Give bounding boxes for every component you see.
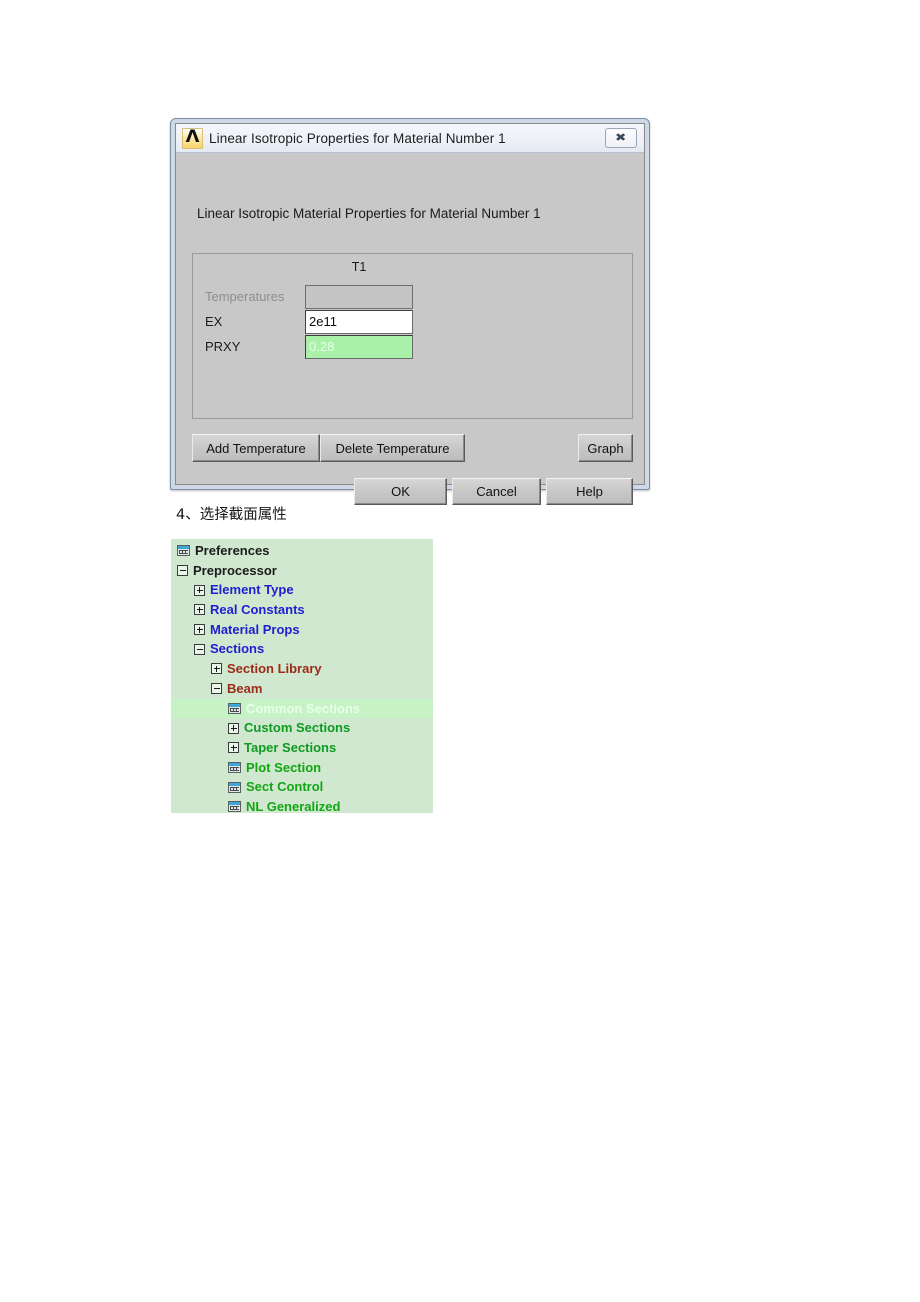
close-glyph: ✖ — [615, 131, 627, 144]
cancel-button[interactable]: Cancel — [452, 478, 541, 505]
collapse-minus-icon[interactable] — [177, 565, 188, 577]
dialog-body: Linear Isotropic Material Properties for… — [176, 153, 644, 505]
help-button[interactable]: Help — [546, 478, 633, 505]
expand-plus-icon[interactable] — [211, 663, 222, 675]
tree-item-label: Preferences — [195, 543, 270, 558]
properties-panel: T1 Temperatures EX 2e11 PRXY 0.28 — [192, 253, 633, 419]
tree-item-label: Section Library — [227, 661, 322, 677]
expand-plus-icon[interactable] — [228, 722, 239, 734]
tree-item-common-sections[interactable]: Common Sections — [171, 698, 433, 719]
row-label-temperatures: Temperatures — [205, 289, 285, 304]
tree-item-label: Beam — [227, 680, 263, 696]
tree-item-custom-sections[interactable]: Custom Sections — [171, 718, 433, 738]
tree-leaf-icon — [228, 801, 241, 813]
tree-item-label: Custom Sections — [244, 720, 351, 736]
tree-leaf-icon — [228, 761, 241, 773]
tree-item-beam[interactable]: Beam — [171, 679, 433, 699]
ansys-logo-glyph: Λ — [185, 126, 200, 147]
tree-item-label: Plot Section — [246, 759, 322, 775]
tree-item-plot-section[interactable]: Plot Section — [171, 758, 433, 778]
collapse-minus-icon[interactable] — [211, 683, 222, 695]
row-label-ex: EX — [205, 314, 223, 329]
close-icon[interactable]: ✖ — [605, 128, 637, 148]
tree-item-label: Material Props — [210, 621, 300, 637]
prxy-input[interactable]: 0.28 — [305, 334, 413, 359]
tree-item-taper-sections[interactable]: Taper Sections — [171, 738, 433, 758]
tree-item-real-constants[interactable]: Real Constants — [171, 600, 433, 620]
ansys-main-menu-tree[interactable]: Preferences Preprocessor Element Type Real … — [171, 539, 433, 813]
ok-button[interactable]: OK — [354, 478, 447, 505]
tree-item-section-library[interactable]: Section Library — [171, 659, 433, 679]
dialog-title: Linear Isotropic Properties for Material… — [209, 130, 506, 146]
tree-item-material-props[interactable]: Material Props — [171, 620, 433, 640]
ex-input[interactable]: 2e11 — [305, 309, 413, 334]
collapse-minus-icon[interactable] — [194, 643, 205, 655]
tree-leaf-icon — [177, 545, 190, 557]
tree-item-label: Common Sections — [246, 700, 361, 716]
section-caption: 4、选择截面属性 — [176, 507, 287, 523]
graph-button[interactable]: Graph — [578, 434, 633, 462]
delete-temperature-button[interactable]: Delete Temperature — [320, 434, 465, 462]
tree-item-element-type[interactable]: Element Type — [171, 580, 433, 600]
row-label-prxy: PRXY — [205, 339, 241, 354]
expand-plus-icon[interactable] — [194, 624, 205, 636]
expand-plus-icon[interactable] — [194, 584, 205, 596]
tree-item-label: NL Generalized — [246, 798, 341, 813]
tree-leaf-icon — [228, 702, 241, 714]
tree-item-label: Real Constants — [210, 602, 305, 618]
ansys-logo-icon: Λ — [182, 126, 203, 149]
tree-item-label: Sect Control — [246, 779, 324, 795]
add-temperature-button[interactable]: Add Temperature — [192, 434, 320, 462]
tree-item-sections[interactable]: Sections — [171, 639, 433, 659]
tree-item-label: Preprocessor — [193, 562, 277, 578]
tree-item-sect-control[interactable]: Sect Control — [171, 777, 433, 797]
dialog-prompt-text: Linear Isotropic Material Properties for… — [197, 206, 541, 221]
column-header-t1: T1 — [351, 260, 367, 274]
dialog-inner-frame: Λ Linear Isotropic Properties for Materi… — [175, 123, 645, 505]
tree-item-label: Taper Sections — [244, 739, 337, 755]
material-properties-dialog: Λ Linear Isotropic Properties for Materi… — [170, 118, 650, 505]
tree-item-preferences[interactable]: Preferences — [171, 541, 433, 561]
tree-item-preprocessor[interactable]: Preprocessor — [171, 561, 433, 581]
tree-item-label: Sections — [210, 641, 265, 657]
tree-leaf-icon — [228, 781, 241, 793]
temperatures-field — [305, 284, 413, 309]
tree-item-nl-generalized[interactable]: NL Generalized — [171, 797, 433, 813]
expand-plus-icon[interactable] — [228, 742, 239, 754]
tree-item-label: Element Type — [210, 582, 294, 598]
expand-plus-icon[interactable] — [194, 604, 205, 616]
dialog-titlebar[interactable]: Λ Linear Isotropic Properties for Materi… — [176, 124, 644, 153]
